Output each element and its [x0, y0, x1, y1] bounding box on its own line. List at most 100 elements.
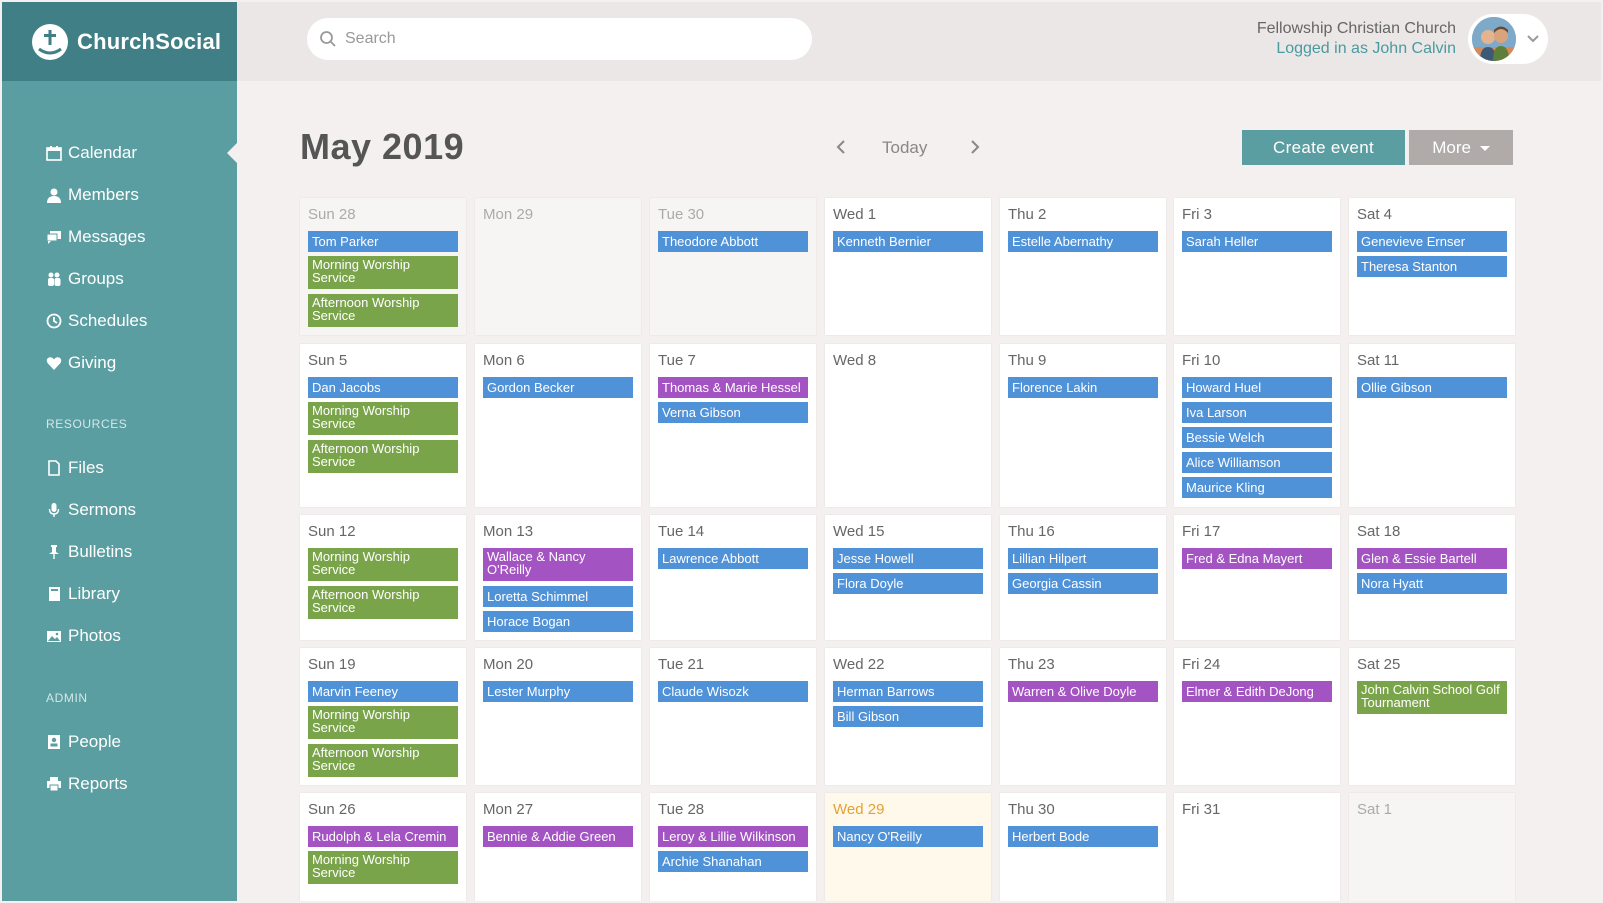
day-cell[interactable]: Mon 13 Wallace & Nancy O'Reilly Loretta Sc… — [475, 515, 641, 640]
day-cell[interactable]: Tue 7 Thomas & Marie Hessel Verna Gibson — [650, 344, 816, 507]
calendar-event[interactable]: Thomas & Marie Hessel — [658, 377, 808, 398]
day-cell[interactable]: Thu 2 Estelle Abernathy — [1000, 198, 1166, 335]
calendar-event[interactable]: Lawrence Abbott — [658, 548, 808, 569]
day-cell[interactable]: Wed 8 — [825, 344, 991, 507]
calendar-event[interactable]: Afternoon Worship Service — [308, 586, 458, 619]
calendar-event[interactable]: Morning Worship Service — [308, 706, 458, 739]
calendar-event[interactable]: Bill Gibson — [833, 706, 983, 727]
chevron-left-icon[interactable] — [834, 139, 848, 155]
day-cell[interactable]: Wed 1 Kenneth Bernier — [825, 198, 991, 335]
calendar-event[interactable]: Howard Huel — [1182, 377, 1332, 398]
calendar-event[interactable]: Bennie & Addie Green — [483, 826, 633, 847]
day-cell[interactable]: Tue 28 Leroy & Lillie Wilkinson Archie Sha… — [650, 793, 816, 901]
sidebar-item-giving[interactable]: Giving — [46, 351, 116, 375]
calendar-event[interactable]: Theodore Abbott — [658, 231, 808, 252]
sidebar-item-members[interactable]: Members — [46, 183, 139, 207]
day-cell[interactable]: Fri 10 Howard Huel Iva Larson Bessie Welch A… — [1174, 344, 1340, 507]
calendar-event[interactable]: Nora Hyatt — [1357, 573, 1507, 594]
calendar-event[interactable]: Fred & Edna Mayert — [1182, 548, 1332, 569]
calendar-event[interactable]: Herman Barrows — [833, 681, 983, 702]
calendar-event[interactable]: Dan Jacobs — [308, 377, 458, 398]
calendar-event[interactable]: Archie Shanahan — [658, 851, 808, 872]
day-cell[interactable]: Sun 5 Dan Jacobs Morning Worship Service Af… — [300, 344, 466, 507]
day-cell[interactable]: Thu 16 Lillian Hilpert Georgia Cassin — [1000, 515, 1166, 640]
calendar-event[interactable]: Morning Worship Service — [308, 548, 458, 581]
calendar-event[interactable]: Morning Worship Service — [308, 256, 458, 289]
calendar-event[interactable]: Glen & Essie Bartell — [1357, 548, 1507, 569]
calendar-event[interactable]: Lester Murphy — [483, 681, 633, 702]
sidebar-item-people[interactable]: People — [46, 730, 121, 754]
calendar-event[interactable]: Alice Williamson — [1182, 452, 1332, 473]
calendar-event[interactable]: Leroy & Lillie Wilkinson — [658, 826, 808, 847]
day-cell[interactable]: Fri 3 Sarah Heller — [1174, 198, 1340, 335]
day-cell[interactable]: Sun 19 Marvin Feeney Morning Worship Servi… — [300, 648, 466, 785]
calendar-event[interactable]: Jesse Howell — [833, 548, 983, 569]
calendar-event[interactable]: Lillian Hilpert — [1008, 548, 1158, 569]
more-button[interactable]: More — [1409, 130, 1513, 165]
calendar-event[interactable]: Morning Worship Service — [308, 851, 458, 884]
today-button[interactable]: Today — [882, 138, 927, 158]
day-cell[interactable]: Tue 30 Theodore Abbott — [650, 198, 816, 335]
calendar-event[interactable]: Georgia Cassin — [1008, 573, 1158, 594]
brand[interactable]: ChurchSocial — [2, 2, 237, 81]
search-box[interactable] — [307, 18, 812, 60]
day-cell[interactable]: Sun 12 Morning Worship Service Afternoon W… — [300, 515, 466, 640]
calendar-event[interactable]: Claude Wisozk — [658, 681, 808, 702]
calendar-event[interactable]: John Calvin School Golf Tournament — [1357, 681, 1507, 714]
sidebar-item-photos[interactable]: Photos — [46, 624, 121, 648]
day-cell[interactable]: Sun 26 Rudolph & Lela Cremin Morning Worsh… — [300, 793, 466, 901]
day-cell[interactable]: Tue 14 Lawrence Abbott — [650, 515, 816, 640]
calendar-event[interactable]: Theresa Stanton — [1357, 256, 1507, 277]
calendar-event[interactable]: Sarah Heller — [1182, 231, 1332, 252]
calendar-event[interactable]: Estelle Abernathy — [1008, 231, 1158, 252]
calendar-event[interactable]: Warren & Olive Doyle — [1008, 681, 1158, 702]
day-cell[interactable]: Wed 15 Jesse Howell Flora Doyle — [825, 515, 991, 640]
calendar-event[interactable]: Kenneth Bernier — [833, 231, 983, 252]
calendar-event[interactable]: Bessie Welch — [1182, 427, 1332, 448]
sidebar-item-reports[interactable]: Reports — [46, 772, 128, 796]
calendar-event[interactable]: Nancy O'Reilly — [833, 826, 983, 847]
day-cell[interactable]: Sat 1 — [1349, 793, 1515, 901]
logged-in-user[interactable]: Logged in as John Calvin — [1257, 40, 1456, 58]
calendar-event[interactable]: Tom Parker — [308, 231, 458, 252]
sidebar-item-sermons[interactable]: Sermons — [46, 498, 136, 522]
day-cell[interactable]: Sat 18 Glen & Essie Bartell Nora Hyatt — [1349, 515, 1515, 640]
day-cell[interactable]: Wed 29 Nancy O'Reilly — [825, 793, 991, 901]
calendar-event[interactable]: Iva Larson — [1182, 402, 1332, 423]
day-cell[interactable]: Sun 28 Tom Parker Morning Worship Service A… — [300, 198, 466, 335]
day-cell[interactable]: Sat 4 Genevieve Ernser Theresa Stanton — [1349, 198, 1515, 335]
day-cell[interactable]: Mon 20 Lester Murphy — [475, 648, 641, 785]
calendar-event[interactable]: Afternoon Worship Service — [308, 744, 458, 777]
day-cell[interactable]: Thu 9 Florence Lakin — [1000, 344, 1166, 507]
day-cell[interactable]: Fri 31 — [1174, 793, 1340, 901]
calendar-event[interactable]: Gordon Becker — [483, 377, 633, 398]
calendar-event[interactable]: Afternoon Worship Service — [308, 294, 458, 327]
day-cell[interactable]: Thu 23 Warren & Olive Doyle — [1000, 648, 1166, 785]
calendar-event[interactable]: Rudolph & Lela Cremin — [308, 826, 458, 847]
day-cell[interactable]: Tue 21 Claude Wisozk — [650, 648, 816, 785]
calendar-event[interactable]: Elmer & Edith DeJong — [1182, 681, 1332, 702]
create-event-button[interactable]: Create event — [1242, 130, 1405, 165]
profile-menu-button[interactable] — [1468, 14, 1548, 64]
calendar-event[interactable]: Florence Lakin — [1008, 377, 1158, 398]
sidebar-item-schedules[interactable]: Schedules — [46, 309, 147, 333]
sidebar-item-files[interactable]: Files — [46, 456, 104, 480]
chevron-right-icon[interactable] — [968, 139, 982, 155]
calendar-event[interactable]: Afternoon Worship Service — [308, 440, 458, 473]
day-cell[interactable]: Mon 6 Gordon Becker — [475, 344, 641, 507]
calendar-event[interactable]: Loretta Schimmel — [483, 586, 633, 607]
calendar-event[interactable]: Morning Worship Service — [308, 402, 458, 435]
calendar-event[interactable]: Herbert Bode — [1008, 826, 1158, 847]
day-cell[interactable]: Wed 22 Herman Barrows Bill Gibson — [825, 648, 991, 785]
day-cell[interactable]: Sat 25 John Calvin School Golf Tournament — [1349, 648, 1515, 785]
sidebar-item-bulletins[interactable]: Bulletins — [46, 540, 132, 564]
calendar-event[interactable]: Genevieve Ernser — [1357, 231, 1507, 252]
day-cell[interactable]: Fri 17 Fred & Edna Mayert — [1174, 515, 1340, 640]
day-cell[interactable]: Sat 11 Ollie Gibson — [1349, 344, 1515, 507]
day-cell[interactable]: Fri 24 Elmer & Edith DeJong — [1174, 648, 1340, 785]
calendar-event[interactable]: Maurice Kling — [1182, 477, 1332, 498]
sidebar-item-calendar[interactable]: Calendar — [46, 141, 137, 165]
sidebar-item-messages[interactable]: Messages — [46, 225, 145, 249]
search-input[interactable] — [343, 29, 787, 49]
day-cell[interactable]: Mon 29 — [475, 198, 641, 335]
